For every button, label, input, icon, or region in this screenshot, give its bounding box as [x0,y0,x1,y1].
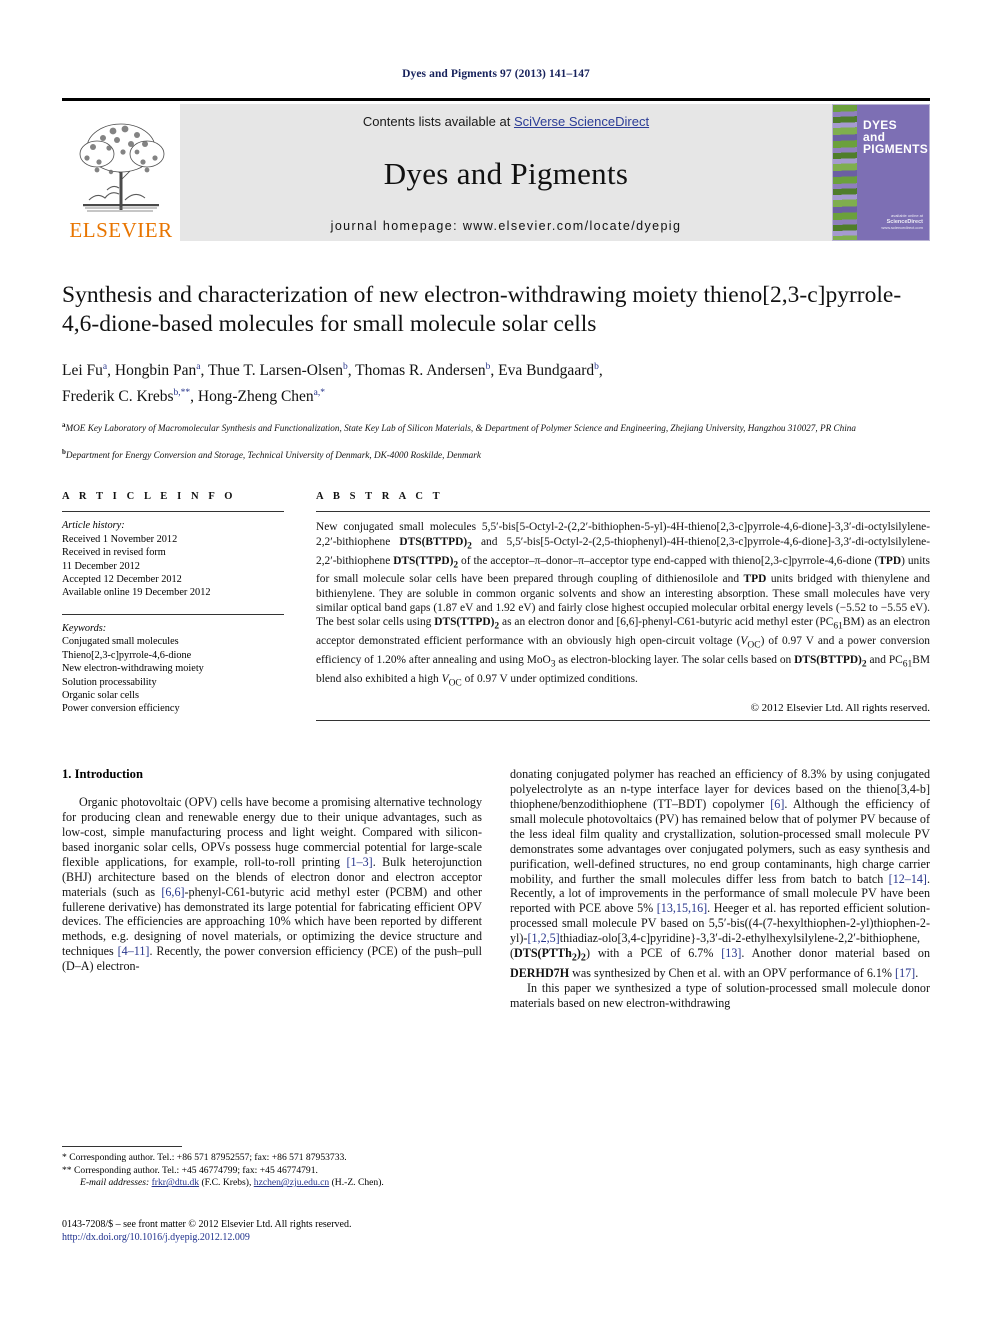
email-owner-chen: (H.-Z. Chen). [331,1177,384,1189]
masthead-top-rule [62,98,930,101]
affiliation-b-text: Department for Energy Conversion and Sto… [65,449,481,460]
running-head: Dyes and Pigments 97 (2013) 141–147 [402,68,590,80]
abstract-column: A B S T R A C T New conjugated small mol… [316,491,931,722]
elsevier-tree-icon [79,123,165,212]
history-item: Received 1 November 2012 [62,533,178,545]
keyword-item: Power conversion efficiency [62,703,180,715]
article-history: Article history: Received 1 November 201… [62,519,284,599]
author-list: Lei Fua, Hongbin Pana, Thue T. Larsen-Ol… [62,356,930,408]
keyword-item: Conjugated small molecules [62,636,179,648]
history-item: Received in revised form [62,547,166,559]
email-label: E-mail addresses: [80,1177,150,1189]
footer-doi-link[interactable]: http://dx.doi.org/10.1016/j.dyepig.2012.… [62,1231,502,1244]
affil-marker: a [196,362,201,372]
footnote-emails: E-mail addresses: frkr@dtu.dk (F.C. Kreb… [62,1177,494,1190]
body-column-right: donating conjugated polymer has reached … [510,767,930,1011]
cover-footer: available online at ScienceDirect www.sc… [881,213,923,231]
affil-marker: a [102,362,108,372]
abstract-rule [316,511,930,513]
article-title: Synthesis and characterization of new el… [62,282,902,337]
affil-marker: b,** [173,388,191,399]
keyword-item: Solution processability [62,676,157,688]
footer-block: 0143-7208/$ – see front matter © 2012 El… [62,1218,502,1244]
affiliation-a-text: MOE Key Laboratory of Macromolecular Syn… [65,423,856,434]
keyword-item: New electron-withdrawing moiety [62,663,204,675]
journal-masthead: ELSEVIER Contents lists available at Sci… [62,98,930,241]
affil-marker: b [485,362,491,372]
abstract-bottom-rule [316,720,930,722]
journal-banner: Contents lists available at SciVerse Sci… [180,104,832,241]
contents-line: Contents lists available at SciVerse Sci… [363,114,649,129]
journal-homepage[interactable]: journal homepage: www.elsevier.com/locat… [331,219,682,233]
introduction-heading: 1. Introduction [62,767,143,782]
affil-marker: b [342,362,348,372]
paper-page: Dyes and Pigments 97 (2013) 141–147 ELSE… [0,0,992,1323]
cover-marble-strip [833,105,857,240]
title-block: Synthesis and characterization of new el… [62,281,930,461]
info-abstract-region: A R T I C L E I N F O Article history: R… [62,491,931,722]
email-link-chen[interactable]: hzchen@zju.edu.cn [254,1177,329,1188]
keyword-item: Thieno[2,3-c]pyrrole-4,6-dione [62,649,192,661]
email-owner-krebs: (F.C. Krebs), [201,1177,252,1189]
journal-cover-thumbnail: DYES and PIGMENTS available online at Sc… [832,104,930,241]
author-line-1: Lei Fua, Hongbin Pana, Thue T. Larsen-Ol… [62,362,603,380]
elsevier-logo: ELSEVIER [62,98,180,241]
keywords-block: Keywords: Conjugated small molecules Thi… [62,613,284,716]
footer-issn: 0143-7208/$ – see front matter © 2012 El… [62,1219,352,1230]
affil-marker: a,* [313,388,326,399]
history-item: 11 December 2012 [62,560,140,572]
keywords-heading: Keywords: [62,622,107,634]
introduction-paragraph-right-2: In this paper we synthesized a type of s… [510,981,930,1011]
article-info-heading: A R T I C L E I N F O [62,491,237,503]
keywords-list: Keywords: Conjugated small molecules Thi… [62,622,284,716]
history-item: Available online 19 December 2012 [62,587,211,599]
footnote-corresponding-1: * Corresponding author. Tel.: +86 571 87… [62,1152,347,1163]
footnote-corresponding-2: ** Corresponding author. Tel.: +45 46774… [62,1164,318,1176]
sciencedirect-link[interactable]: SciVerse ScienceDirect [514,114,649,129]
affil-marker: b [594,362,599,372]
affiliation-b: bDepartment for Energy Conversion and St… [62,446,930,462]
cover-footer-url: www.sciencedirect.com [881,225,923,230]
history-item: Accepted 12 December 2012 [62,574,182,586]
contents-prefix: Contents lists available at [362,114,514,129]
abstract-text: New conjugated small molecules 5,5′-bis[… [316,521,931,688]
keyword-item: Organic solar cells [62,689,140,701]
introduction-paragraph-left: Organic photovoltaic (OPV) cells have be… [62,795,482,974]
journal-title: Dyes and Pigments [383,156,629,191]
body-columns: 1. Introduction Organic photovoltaic (OP… [62,767,930,1011]
footnote-rule [62,1146,182,1147]
email-link-krebs[interactable]: frkr@dtu.dk [152,1177,199,1188]
affiliation-a: aMOE Key Laboratory of Macromolecular Sy… [62,419,930,435]
cover-title: DYES and PIGMENTS [863,119,928,155]
cover-title-line3: PIGMENTS [863,142,929,156]
abstract-heading: A B S T R A C T [316,491,444,503]
elsevier-wordmark: ELSEVIER [69,218,173,242]
introduction-paragraph-right-1: donating conjugated polymer has reached … [510,767,931,981]
article-history-heading: Article history: [62,520,125,532]
article-info-rule [62,511,284,513]
abstract-copyright: © 2012 Elsevier Ltd. All rights reserved… [750,702,930,715]
article-info-column: A R T I C L E I N F O Article history: R… [62,491,284,721]
body-column-left: 1. Introduction Organic photovoltaic (OP… [62,767,482,1011]
footnotes-block: * Corresponding author. Tel.: +86 571 87… [62,1146,494,1190]
author-line-2: Frederik C. Krebsb,**, Hong-Zheng Chena,… [62,388,326,406]
